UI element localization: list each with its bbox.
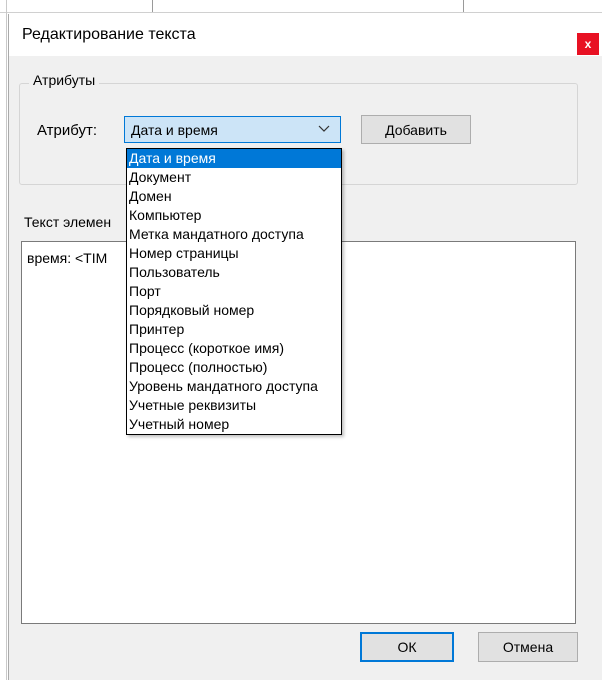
background-window-header <box>0 0 602 14</box>
background-column-divider <box>152 0 153 12</box>
cancel-button-label: Отмена <box>502 639 554 655</box>
dropdown-option[interactable]: Учетный номер <box>127 415 341 434</box>
close-icon: x <box>584 37 592 51</box>
dropdown-option[interactable]: Документ <box>127 168 341 187</box>
add-attribute-button-label: Добавить <box>385 121 447 138</box>
dropdown-option[interactable]: Учетные реквизиты <box>127 396 341 415</box>
attributes-group-title: Атрибуты <box>29 72 100 88</box>
dropdown-option[interactable]: Домен <box>127 187 341 206</box>
attribute-dropdown-list[interactable]: Дата и время Документ Домен Компьютер Ме… <box>126 148 342 435</box>
background-column-divider <box>463 0 464 12</box>
ok-button[interactable]: ОК <box>360 632 454 662</box>
title-bar: Редактирование текста x <box>9 14 602 56</box>
dropdown-option[interactable]: Компьютер <box>127 206 341 225</box>
add-attribute-button[interactable]: Добавить <box>361 115 471 144</box>
cancel-button[interactable]: Отмена <box>478 632 578 662</box>
background-divider <box>0 12 602 13</box>
attribute-select[interactable]: Дата и время <box>124 116 341 143</box>
background-edge <box>6 0 7 680</box>
chevron-down-icon <box>318 120 330 139</box>
dropdown-option[interactable]: Порт <box>127 282 341 301</box>
dropdown-option[interactable]: Дата и время <box>127 149 341 168</box>
dialog-title: Редактирование текста <box>22 26 196 43</box>
close-button[interactable]: x <box>577 33 599 55</box>
dropdown-option[interactable]: Порядковый номер <box>127 301 341 320</box>
element-text-content: время: <TIM <box>27 250 108 266</box>
dropdown-option[interactable]: Пользователь <box>127 263 341 282</box>
dropdown-option[interactable]: Процесс (полностью) <box>127 358 341 377</box>
attribute-select-value: Дата и время <box>131 122 218 138</box>
dropdown-option[interactable]: Номер страницы <box>127 244 341 263</box>
dropdown-option[interactable]: Процесс (короткое имя) <box>127 339 341 358</box>
dropdown-option[interactable]: Принтер <box>127 320 341 339</box>
ok-button-label: ОК <box>397 639 417 655</box>
dropdown-option[interactable]: Уровень мандатного доступа <box>127 377 341 396</box>
dropdown-option[interactable]: Метка мандатного доступа <box>127 225 341 244</box>
attribute-label: Атрибут: <box>37 122 98 139</box>
element-text-label: Текст элемен <box>24 214 112 230</box>
